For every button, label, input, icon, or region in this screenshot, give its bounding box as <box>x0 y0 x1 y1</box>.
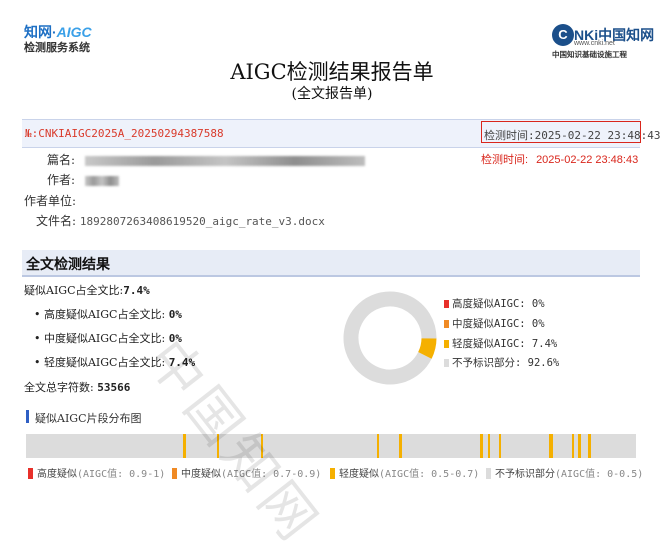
distribution-segment <box>182 434 186 458</box>
check-time-value: 2025-02-22 23:48:43 <box>534 129 661 142</box>
overall-value: 7.4% <box>123 284 150 297</box>
overall-label: 疑似AIGC占全文比: <box>24 284 124 297</box>
logo-subtitle: 检测服务系统 <box>24 42 90 54</box>
distribution-segment <box>571 434 575 458</box>
check-time-label: 检测时间: <box>484 129 535 142</box>
results-section-title: 全文检测结果 <box>26 257 110 273</box>
legend-item: 轻度疑似AIGC: 7.4% <box>444 336 557 351</box>
distribution-bar <box>26 434 636 458</box>
legend-label: 轻度疑似AIGC: 7.4% <box>452 338 558 350</box>
file-name: 1892807263408619520_aigc_rate_v3.docx <box>79 215 325 228</box>
results-section-bar <box>22 250 640 277</box>
legend-swatch <box>444 300 449 308</box>
unit-label: 作者单位: <box>24 194 77 208</box>
title-field: 篇名: <box>47 151 365 168</box>
unit-field: 作者单位: <box>24 192 76 209</box>
overall-aigc-ratio: 疑似AIGC占全文比:7.4% <box>24 282 150 298</box>
report-id: №:CNKIAIGC2025A_20250294387588 <box>25 127 224 140</box>
distribution-legend-note: (AIGC值: 0.9-1) <box>77 469 166 480</box>
mid-label: • 中度疑似AIGC占全文比: <box>34 332 166 345</box>
total-chars: 全文总字符数: 53566 <box>24 379 130 395</box>
high-label: • 高度疑似AIGC占全文比: <box>34 308 166 321</box>
author-label: 作者: <box>47 173 76 187</box>
distribution-segment <box>588 434 592 458</box>
distribution-legend-swatch <box>330 468 335 479</box>
distribution-segment <box>488 434 491 458</box>
distribution-legend-item: 轻度疑似(AIGC值: 0.5-0.7) <box>330 465 479 480</box>
distribution-legend-label: 轻度疑似 <box>339 469 379 480</box>
distribution-legend-note: (AIGC值: 0-0.5) <box>555 469 644 480</box>
distribution-segment <box>376 434 380 458</box>
distribution-legend-swatch <box>28 468 33 479</box>
chars-label: 全文总字符数: <box>24 381 94 394</box>
logo-aigc-text: AIGC <box>56 24 92 40</box>
report-subtitle: (全文报告单) <box>291 86 373 102</box>
donut-slice-3 <box>343 291 437 385</box>
legend-label: 不予标识部分: 92.6% <box>452 357 560 369</box>
cnki-logo-mark: C <box>552 24 574 46</box>
legend-item: 中度疑似AIGC: 0% <box>444 316 545 331</box>
distribution-legend-item: 高度疑似(AIGC值: 0.9-1) <box>28 465 165 480</box>
distribution-segment <box>480 434 483 458</box>
distribution-segment <box>578 434 582 458</box>
legend-swatch <box>444 359 449 367</box>
redacted-author <box>84 175 119 186</box>
high-aigc-ratio: • 高度疑似AIGC占全文比: 0% <box>34 306 182 322</box>
distribution-legend-item: 不予标识部分(AIGC值: 0-0.5) <box>486 465 643 480</box>
chars-value: 53566 <box>97 381 131 394</box>
check-time-annotation: 检测时间: 2025-02-22 23:48:43 <box>481 151 638 167</box>
distribution-legend-label: 不予标识部分 <box>495 469 555 480</box>
aigc-system-logo: 知网·AIGC 检测服务系统 <box>24 24 92 55</box>
high-value: 0% <box>168 308 182 321</box>
mid-aigc-ratio: • 中度疑似AIGC占全文比: 0% <box>34 330 182 346</box>
aigc-donut-chart <box>343 291 437 385</box>
distribution-title-marker <box>26 410 29 423</box>
title-label: 篇名: <box>47 153 76 167</box>
distribution-segment <box>498 434 502 458</box>
distribution-legend-swatch <box>486 468 491 479</box>
legend-item: 高度疑似AIGC: 0% <box>444 296 545 311</box>
check-time: 检测时间:2025-02-22 23:48:43 <box>484 127 660 143</box>
author-field: 作者: <box>47 171 119 188</box>
distribution-legend-swatch <box>172 468 177 479</box>
cnki-url: www.cnki.net <box>574 40 615 47</box>
distribution-title: 疑似AIGC片段分布图 <box>35 412 142 425</box>
legend-item: 不予标识部分: 92.6% <box>444 355 559 370</box>
distribution-segment <box>399 434 402 458</box>
legend-label: 中度疑似AIGC: 0% <box>452 318 545 330</box>
redacted-title <box>84 155 365 166</box>
distribution-segment <box>549 434 554 458</box>
legend-label: 高度疑似AIGC: 0% <box>452 298 545 310</box>
legend-swatch <box>444 320 449 328</box>
logo-brand-text: 知网· <box>24 24 57 40</box>
file-label: 文件名: <box>36 214 77 228</box>
check-time-annotation-value: 2025-02-22 23:48:43 <box>536 154 639 166</box>
report-title: AIGC检测结果报告单 <box>230 60 434 84</box>
check-time-annotation-label: 检测时间: <box>481 154 529 166</box>
legend-swatch <box>444 340 449 348</box>
distribution-legend-note: (AIGC值: 0.5-0.7) <box>379 469 480 480</box>
file-field: 文件名: 1892807263408619520_aigc_rate_v3.do… <box>36 212 325 229</box>
distribution-legend-label: 高度疑似 <box>37 469 77 480</box>
